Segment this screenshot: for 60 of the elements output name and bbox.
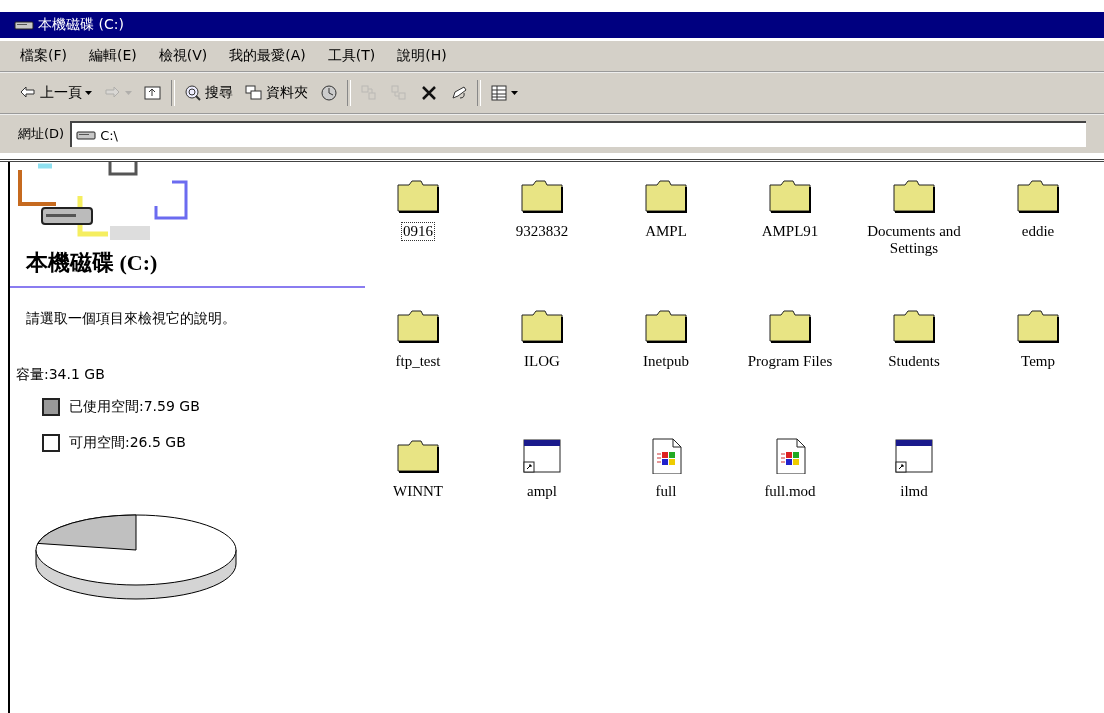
- address-field[interactable]: C:\: [70, 121, 1086, 147]
- hint-text: 請選取一個項目來檢視它的說明。: [26, 310, 237, 328]
- file-name[interactable]: AMPL: [643, 222, 689, 242]
- menu-item[interactable]: 檢視(V): [158, 47, 208, 65]
- file-name[interactable]: Temp: [1019, 352, 1057, 372]
- file-name[interactable]: WINNT: [391, 482, 445, 502]
- folder-icon: [521, 178, 563, 214]
- free-space-swatch: [42, 434, 60, 452]
- folder-icon: [769, 308, 811, 344]
- shortcut-icon: [521, 438, 563, 474]
- caret-icon: [85, 91, 92, 95]
- menu-item[interactable]: 我的最愛(A): [229, 47, 306, 65]
- used-space-swatch: [42, 398, 60, 416]
- caret-icon: [511, 91, 518, 95]
- legend-text: 已使用空間:7.59 GB: [69, 398, 200, 416]
- folder-icon: [397, 308, 439, 344]
- folders-icon: [245, 84, 263, 102]
- file-name[interactable]: ftp_test: [393, 352, 443, 372]
- file-name[interactable]: 0916: [401, 222, 435, 242]
- shortcut-icon: [893, 438, 935, 474]
- drive-icon: [14, 20, 34, 30]
- folder-icon: [521, 308, 563, 344]
- drive-icon: [76, 130, 97, 140]
- window-title: 本機磁碟 (C:): [38, 16, 124, 34]
- caret-icon: [125, 91, 132, 95]
- file-name[interactable]: ampl: [525, 482, 559, 502]
- capacity-text: 容量:34.1 GB: [16, 366, 106, 384]
- file-name[interactable]: ilmd: [898, 482, 930, 502]
- file-name[interactable]: ILOG: [522, 352, 562, 372]
- menu-item[interactable]: 說明(H): [397, 47, 447, 65]
- menu-item[interactable]: 編輯(E): [89, 47, 137, 65]
- folder-icon: [397, 438, 439, 474]
- undo-icon: [450, 84, 468, 102]
- views-icon: [490, 84, 508, 102]
- address-label: 網址(D): [18, 125, 65, 143]
- file-name[interactable]: Inetpub: [641, 352, 691, 372]
- file-name[interactable]: 9323832: [513, 222, 571, 242]
- up-folder-icon: [144, 84, 162, 102]
- menu-item[interactable]: 工具(T): [327, 47, 376, 65]
- file-name[interactable]: Students: [886, 352, 942, 372]
- file-name[interactable]: AMPL91: [759, 222, 821, 242]
- folder-icon: [1017, 178, 1059, 214]
- file-name[interactable]: full: [653, 482, 679, 502]
- folder-icon: [893, 308, 935, 344]
- folder-icon: [645, 308, 687, 344]
- folder-icon: [769, 178, 811, 214]
- close-icon: [420, 84, 438, 102]
- file-name[interactable]: full.mod: [762, 482, 818, 502]
- file-name[interactable]: Program Files: [745, 352, 835, 372]
- folder-icon: [1017, 308, 1059, 344]
- folder-icon: [893, 178, 935, 214]
- legend-text: 可用空間:26.5 GB: [69, 434, 186, 452]
- file-name[interactable]: Documents and Settings: [853, 222, 975, 259]
- folder-icon: [645, 178, 687, 214]
- menu-item[interactable]: 檔案(F): [20, 47, 67, 65]
- panel-title: 本機磁碟 (C:): [25, 249, 159, 277]
- history-icon: [320, 84, 338, 102]
- folder-icon: [397, 178, 439, 214]
- file-name[interactable]: eddie: [1019, 222, 1057, 242]
- search-icon: [184, 84, 202, 102]
